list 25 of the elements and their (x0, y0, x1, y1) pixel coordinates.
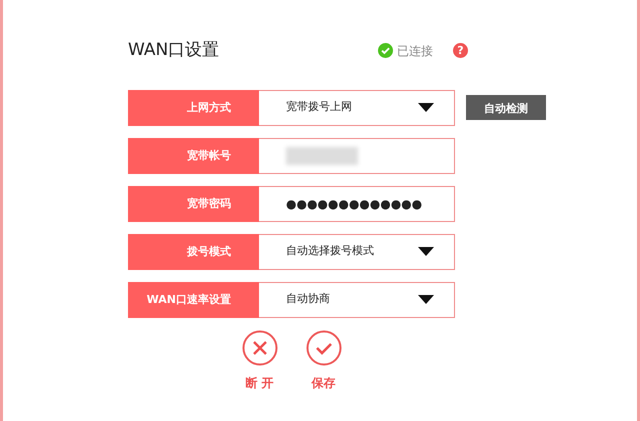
caret-icon (418, 247, 434, 256)
status-text: 已连接 (397, 42, 433, 60)
input-field[interactable] (259, 138, 455, 174)
dropdown-field[interactable]: 宽带拨号上网 (259, 90, 455, 126)
save-button[interactable]: 保存 (306, 330, 342, 392)
field-label: 拨号模式 (128, 234, 259, 270)
dropdown-field[interactable]: 自动选择拨号模式 (259, 234, 455, 270)
field-label: 宽带帐号 (128, 138, 259, 174)
caret-icon (418, 295, 434, 304)
field-label: 上网方式 (128, 90, 259, 126)
field-label: 宽带密码 (128, 186, 259, 222)
input-field[interactable]: ●●●●●●●●●●●●● (259, 186, 455, 222)
check-icon (306, 330, 342, 366)
disconnect-button[interactable]: 断 开 (242, 330, 278, 392)
blurred-value (286, 146, 358, 164)
password-value: ●●●●●●●●●●●●● (286, 196, 422, 212)
field-value: 宽带拨号上网 (286, 99, 352, 116)
dropdown-field[interactable]: 自动协商 (259, 282, 455, 318)
field-value: 自动协商 (286, 291, 330, 308)
page-title: WAN口设置 (128, 39, 220, 62)
field-label: WAN口速率设置 (128, 282, 259, 318)
field-value: 自动选择拨号模式 (286, 243, 374, 260)
caret-icon (418, 103, 434, 112)
auto-detect-button[interactable]: 自动检测 (466, 95, 546, 120)
close-icon (242, 330, 278, 366)
